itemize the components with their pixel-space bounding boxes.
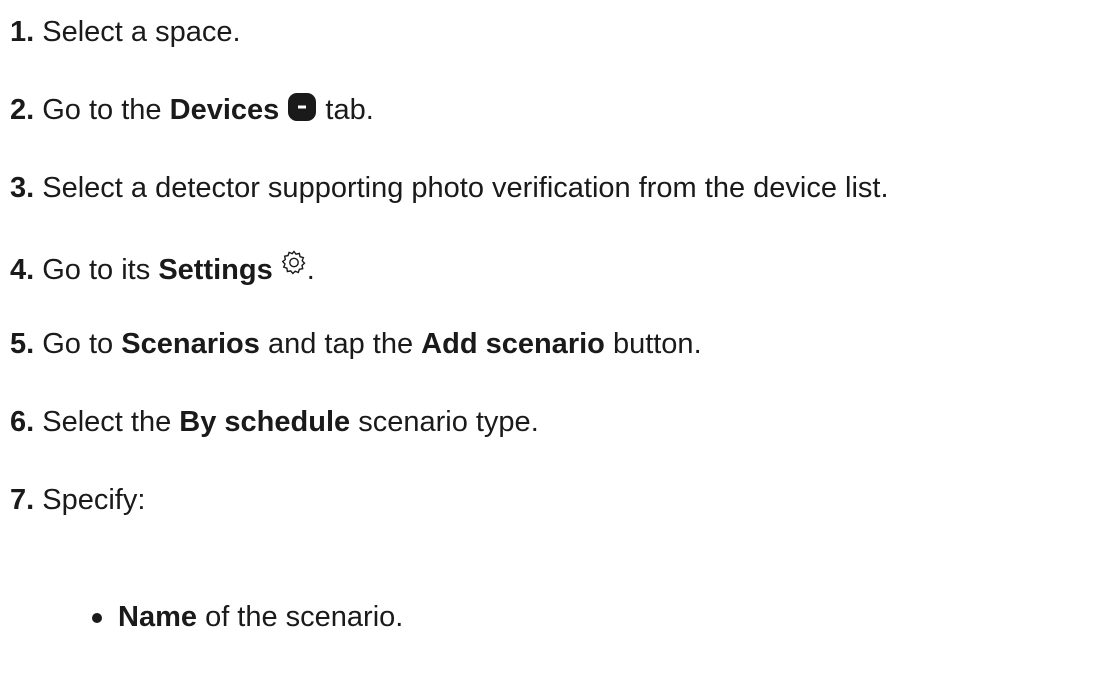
step-number: 6. [10,406,35,438]
step-text: . [306,254,315,286]
step-text: Go to the [42,94,162,126]
step-number: 1. [10,16,35,48]
step-7: 7. Specify: [10,482,145,518]
name-label: Name [118,601,197,633]
settings-label: Settings [158,254,273,286]
step-text: and tap the [267,328,414,360]
step-text: button. [612,328,702,360]
step-number: 7. [10,484,35,516]
step-1: 1. Select a space. [10,14,241,50]
step-number: 2. [10,94,35,126]
gear-icon [281,248,307,284]
step-text: Select the [42,406,172,438]
devices-tab-icon [287,92,317,131]
step-text: scenario type. [358,406,539,438]
step-text: Select a space. [42,16,241,48]
step-number: 3. [10,172,35,204]
step-text: Go to [42,328,114,360]
bullet-dot [92,613,102,623]
step-6: 6. Select the By schedule scenario type. [10,404,539,440]
bullet-text: of the scenario. [205,601,404,633]
step-number: 5. [10,328,35,360]
step-text: Go to its [42,254,151,286]
scenarios-label: Scenarios [121,328,260,360]
step-number: 4. [10,254,35,286]
list-item: Name of the scenario. [92,599,404,635]
step-text: tab. [325,94,374,126]
step-2: 2. Go to the Devices tab. [10,92,374,131]
devices-label: Devices [169,94,280,126]
step-5: 5. Go to Scenarios and tap the Add scena… [10,326,702,362]
step-text: Select a detector supporting photo verif… [42,172,889,204]
add-scenario-label: Add scenario [421,328,605,360]
step-text: Specify: [42,484,146,516]
by-schedule-label: By schedule [179,406,351,438]
step-4: 4. Go to its Settings . [10,248,315,288]
step-3: 3. Select a detector supporting photo ve… [10,170,889,206]
